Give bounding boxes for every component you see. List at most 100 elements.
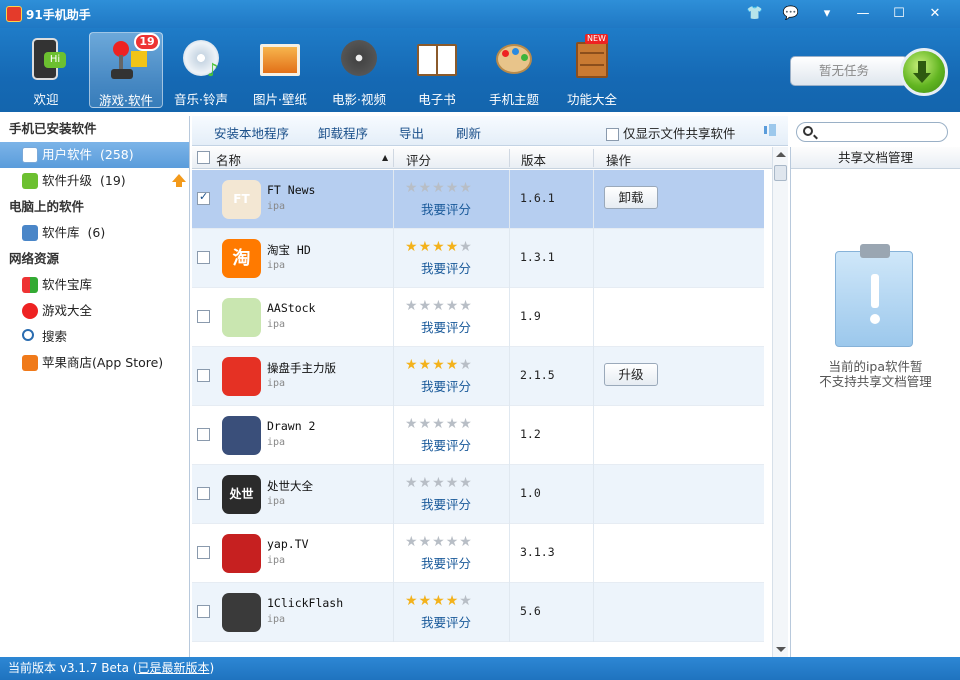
star-icon[interactable]: ★ [459,298,473,314]
star-icon[interactable]: ★ [432,593,446,609]
star-icon[interactable]: ★ [405,475,419,491]
export-link[interactable]: 导出 [399,123,424,142]
sidebar-item-user-software[interactable]: 用户软件 (258) [0,142,189,168]
sort-up-icon[interactable]: ▲ [382,153,388,162]
star-icon[interactable]: ★ [432,239,446,255]
star-icon[interactable]: ★ [446,475,460,491]
panel-toggle-icon[interactable] [764,124,776,136]
download-manager-button[interactable] [900,48,948,96]
star-icon[interactable]: ★ [446,593,460,609]
sidebar-item-game-collection[interactable]: 游戏大全 [0,298,189,324]
star-icon[interactable]: ★ [459,416,473,432]
refresh-link[interactable]: 刷新 [456,123,481,142]
rate-link[interactable]: 我要评分 [421,199,471,218]
sidebar-item-app-store[interactable]: 苹果商店(App Store) [0,350,189,376]
scroll-thumb[interactable] [774,165,787,181]
star-icon[interactable]: ★ [419,298,433,314]
row-checkbox[interactable] [197,251,210,264]
row-checkbox[interactable] [197,369,210,382]
sidebar-item-software-library[interactable]: 软件库 (6) [0,220,189,246]
task-status-box[interactable]: 暂无任务 [790,56,908,86]
star-icon[interactable]: ★ [419,416,433,432]
row-checkbox[interactable] [197,546,210,559]
header-version[interactable]: 版本 [521,150,546,169]
star-icon[interactable]: ★ [459,475,473,491]
only-shared-option[interactable]: 仅显示文件共享软件 [606,123,736,142]
table-scrollbar[interactable] [772,147,788,657]
star-icon[interactable]: ★ [405,180,419,196]
star-icon[interactable]: ★ [459,180,473,196]
rate-link[interactable]: 我要评分 [421,317,471,336]
star-icon[interactable]: ★ [405,357,419,373]
star-icon[interactable]: ★ [419,357,433,373]
star-icon[interactable]: ★ [419,180,433,196]
tool-ebooks[interactable]: 电子书 [400,32,474,108]
row-checkbox[interactable] [197,310,210,323]
star-icon[interactable]: ★ [419,239,433,255]
star-icon[interactable]: ★ [432,180,446,196]
star-icon[interactable]: ★ [419,534,433,550]
table-row[interactable]: 淘淘宝 HD ipa ★★★★★ 我要评分 1.3.1 [192,229,764,288]
tool-pictures-wallpapers[interactable]: 图片·壁纸 [243,32,317,108]
table-row[interactable]: 处世 处世大全 ipa ★★★★★ 我要评分 1.0 [192,465,764,524]
star-icon[interactable]: ★ [432,298,446,314]
rate-link[interactable]: 我要评分 [421,376,471,395]
sidebar-item-search[interactable]: 搜索 [0,324,189,350]
header-rating[interactable]: 评分 [406,150,431,169]
star-icon[interactable]: ★ [446,416,460,432]
rate-link[interactable]: 我要评分 [421,612,471,631]
rating-stars[interactable]: ★★★★★ [405,534,473,550]
rate-link[interactable]: 我要评分 [421,494,471,513]
star-icon[interactable]: ★ [432,357,446,373]
rate-link[interactable]: 我要评分 [421,258,471,277]
star-icon[interactable]: ★ [459,239,473,255]
feedback-icon[interactable]: 💬 [780,4,802,24]
search-input[interactable] [796,122,948,142]
star-icon[interactable]: ★ [405,298,419,314]
only-shared-checkbox[interactable] [606,128,619,141]
rating-stars[interactable]: ★★★★★ [405,416,473,432]
rating-stars[interactable]: ★★★★★ [405,298,473,314]
header-name[interactable]: 名称 [216,150,241,169]
rating-stars[interactable]: ★★★★★ [405,180,473,196]
sidebar-item-software-upgrade[interactable]: 软件升级 (19) [0,168,189,194]
table-row[interactable]: yap.TV ipa ★★★★★ 我要评分 3.1.3 [192,524,764,583]
star-icon[interactable]: ★ [405,534,419,550]
rating-stars[interactable]: ★★★★★ [405,357,473,373]
star-icon[interactable]: ★ [459,357,473,373]
star-icon[interactable]: ★ [405,593,419,609]
star-icon[interactable]: ★ [405,416,419,432]
table-row[interactable]: 1ClickFlash ipa ★★★★★ 我要评分 5.6 [192,583,764,642]
star-icon[interactable]: ★ [419,593,433,609]
select-all-checkbox[interactable] [197,151,210,164]
sidebar-item-software-treasury[interactable]: 软件宝库 [0,272,189,298]
star-icon[interactable]: ★ [405,239,419,255]
scroll-down-icon[interactable] [776,647,786,652]
table-row[interactable]: Drawn 2 ipa ★★★★★ 我要评分 1.2 [192,406,764,465]
menu-dropdown-icon[interactable]: ▾ [816,4,838,24]
table-row[interactable]: AAStock ipa ★★★★★ 我要评分 1.9 [192,288,764,347]
rate-link[interactable]: 我要评分 [421,435,471,454]
tool-function-center[interactable]: NEW 功能大全 [555,32,629,108]
row-action-button[interactable]: 卸载 [604,186,658,209]
tool-welcome[interactable]: Hi 欢迎 [9,32,83,108]
rating-stars[interactable]: ★★★★★ [405,239,473,255]
table-row[interactable]: 操盘手主力版 ipa ★★★★★ 我要评分 2.1.5 升级 [192,347,764,406]
close-button[interactable]: ✕ [924,4,946,24]
row-checkbox[interactable] [197,487,210,500]
row-action-button[interactable]: 升级 [604,363,658,386]
scroll-up-icon[interactable] [776,152,786,157]
star-icon[interactable]: ★ [419,475,433,491]
minimize-button[interactable]: — [852,4,874,24]
star-icon[interactable]: ★ [446,357,460,373]
uninstall-link[interactable]: 卸载程序 [318,123,368,142]
rate-link[interactable]: 我要评分 [421,553,471,572]
star-icon[interactable]: ★ [446,534,460,550]
tool-games-software[interactable]: 19 游戏·软件 [89,32,163,108]
star-icon[interactable]: ★ [446,239,460,255]
rating-stars[interactable]: ★★★★★ [405,593,473,609]
install-local-link[interactable]: 安装本地程序 [214,123,289,142]
tool-music-ringtones[interactable]: ♪ 音乐·铃声 [164,32,238,108]
row-checkbox[interactable] [197,428,210,441]
star-icon[interactable]: ★ [432,475,446,491]
